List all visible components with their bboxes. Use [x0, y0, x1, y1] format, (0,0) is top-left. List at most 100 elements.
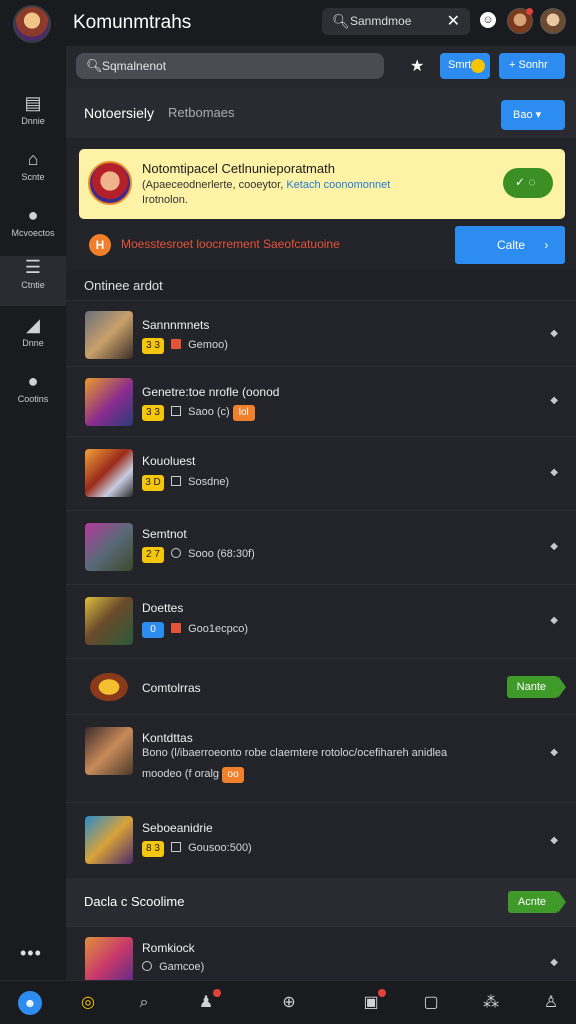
item-meta: 0 Goo1ecpco) [142, 622, 248, 638]
item-name: Kouoluest [142, 454, 196, 468]
item-meta-text: Gousoo:500) [188, 842, 252, 854]
alert-bar: H Moesstesroet loocrrement Saeofcatuoine… [79, 226, 565, 266]
item-meta: Gamcoe) [142, 961, 204, 973]
person-icon: ● [27, 371, 39, 391]
home-icon: ⌂ [27, 149, 39, 169]
chevron-icon[interactable]: ◆ [550, 835, 558, 846]
sidebar-item-dashboard[interactable]: ▤ Dnnie [0, 92, 66, 142]
grid-icon: ▤ [24, 93, 42, 113]
list2-status-pill[interactable]: Acnte [507, 891, 567, 913]
search-icon[interactable]: ⌕ [131, 991, 157, 1015]
item-meta: 3 3 Gemoo) [142, 338, 228, 354]
item-meta-text: Goo1ecpco) [188, 623, 249, 635]
group-icon[interactable]: ⁂ [478, 991, 504, 1015]
level-tag: 8 3 [142, 841, 164, 857]
notification-dot [213, 989, 221, 997]
clear-icon[interactable]: ✕ [447, 11, 460, 31]
level-tag: 3 3 [142, 338, 164, 354]
item-meta: 8 3 Gousoo:500) [142, 841, 252, 857]
chat-icon[interactable]: ☺ [480, 12, 496, 28]
list-item[interactable]: Comtolrras Nante [66, 658, 576, 714]
chevron-icon[interactable]: ◆ [550, 615, 558, 626]
more-icon[interactable]: ••• [20, 943, 42, 964]
alert-text: Moesstesroet loocrrement Saeofcatuoine [121, 237, 340, 251]
image-icon[interactable]: ▢ [418, 991, 444, 1015]
status-pill[interactable]: Nante [506, 676, 567, 698]
list-item[interactable]: Romkiock Gamcoe) ◆ [66, 926, 576, 980]
list-item[interactable]: Doettes 0 Goo1ecpco) ◆ [66, 584, 576, 658]
chevron-icon[interactable]: ◆ [550, 957, 558, 968]
section-header: Notoersiely Retbomaes Bao ▾ [66, 88, 576, 138]
notice-toggle[interactable]: ✓ ◌ [503, 168, 553, 198]
target-icon[interactable]: ◎ [75, 991, 101, 1015]
sidebar-item-home[interactable]: ⌂ Scnte [0, 148, 66, 198]
item-meta: 3 3 Saoo (c) lol [142, 405, 259, 421]
profile-icon[interactable]: ♙ [538, 991, 564, 1015]
status-icon [171, 623, 182, 633]
chevron-icon[interactable]: ◆ [550, 747, 558, 758]
item-name: Kontdttas [142, 731, 193, 745]
list-item[interactable]: Sannnmnets 3 3 Gemoo) ◆ [66, 300, 576, 366]
item-meta-text: Saoo (c) [188, 406, 230, 418]
sidebar: ▤ Dnnie ⌂ Scnte ● Mcvoectos ☰ Ctntie ◢ D… [0, 46, 66, 980]
item-name: Romkiock [142, 941, 195, 955]
sidebar-item-tags[interactable]: ◢ Dnne [0, 314, 66, 364]
list-item[interactable]: Genetre:toe nrofle (oonod 3 3 Saoo (c) l… [66, 366, 576, 436]
list-title: Ontinee ardot [84, 278, 163, 293]
bag-icon[interactable]: ⊕ [276, 991, 302, 1015]
list-icon: ☰ [24, 257, 42, 277]
item-meta-text: Gemoo) [188, 339, 228, 351]
game-thumbnail [85, 523, 133, 571]
start-button[interactable]: Smrt [440, 53, 490, 79]
alert-cta-button[interactable]: Calte › [455, 226, 565, 264]
game-thumbnail [85, 937, 133, 980]
chevron-icon[interactable]: ◆ [550, 467, 558, 478]
chevron-icon[interactable]: ◆ [550, 541, 558, 552]
app-avatar[interactable] [13, 5, 51, 43]
list-item[interactable]: Seboeanidrie 8 3 Gousoo:500) ◆ [66, 802, 576, 878]
sidebar-item-content[interactable]: ☰ Ctntie [0, 256, 66, 306]
list-item[interactable]: Kouoluest 3 D Sosdne) ◆ [66, 436, 576, 510]
people-icon[interactable]: ♟ [193, 989, 221, 1015]
list-item[interactable]: Kontdttas Bono (l/ibaerroeonto robe clae… [66, 714, 576, 802]
chevron-icon[interactable]: ◆ [550, 328, 558, 339]
alert-icon: H [89, 234, 111, 256]
section-dropdown-button[interactable]: Bao ▾ [501, 100, 565, 130]
chevron-icon[interactable]: ◆ [550, 395, 558, 406]
home-active-icon[interactable]: ☻ [18, 991, 42, 1015]
notice-body-line2: Irotnolon. [142, 194, 188, 206]
list-header: Ontinee ardot [66, 270, 576, 300]
item-meta: 3 D Sosdne) [142, 475, 229, 491]
gift-icon[interactable]: ▣ [358, 989, 386, 1015]
notification-dot [526, 8, 533, 15]
game-thumbnail [85, 311, 133, 359]
chevron-right-icon: › [544, 238, 549, 252]
bottom-bar: ☻ ◎ ⌕ ♟ ⊕ ▣ ▢ ⁂ ♙ [0, 980, 576, 1024]
alert-cta-label: Calte [497, 238, 526, 252]
sidebar-item-label: Cootins [17, 394, 49, 404]
item-name: Comtolrras [142, 681, 201, 695]
main-search-input[interactable]: 🔍︎ Sqmalnenot [76, 53, 384, 79]
list-item[interactable]: Semtnot 2 7 Sooo (68:30f) ◆ [66, 510, 576, 584]
main-search-value: Sqmalnenot [102, 59, 167, 73]
notice-body: (Apaeceodnerlerte, cooeytor, Ketach coon… [142, 179, 390, 191]
sidebar-item-messages[interactable]: ● Mcvoectos [0, 204, 66, 254]
sidebar-item-contacts[interactable]: ● Cootins [0, 370, 66, 420]
notice-card: Notomtipacel Cetlnunieporatmath (Apaeceo… [79, 149, 565, 219]
game-thumbnail [85, 449, 133, 497]
notice-body-text: (Apaeceodnerlerte, cooeytor, [142, 179, 284, 191]
star-icon[interactable]: ★ [410, 56, 424, 76]
top-search-input[interactable]: 🔍︎ Sanmdmoe ✕ [322, 8, 470, 35]
game-thumbnail [85, 727, 133, 775]
search-icon: 🔍︎ [332, 13, 350, 29]
item-meta: Bono (l/ibaerroeonto robe claemtere roto… [142, 747, 448, 759]
sidebar-item-label: Scnte [21, 172, 45, 182]
add-button[interactable]: + Sonhr [499, 53, 565, 79]
app-title: Komunmtrahs [73, 12, 192, 33]
notice-link[interactable]: Ketach coonomonnet [286, 179, 390, 191]
item-name: Semtnot [142, 527, 187, 541]
toolbar: 🔍︎ Sqmalnenot ★ Smrt + Sonhr [66, 46, 576, 88]
profile-avatar[interactable] [540, 8, 566, 34]
status-icon [171, 476, 182, 486]
extra-tag: lol [232, 405, 255, 421]
